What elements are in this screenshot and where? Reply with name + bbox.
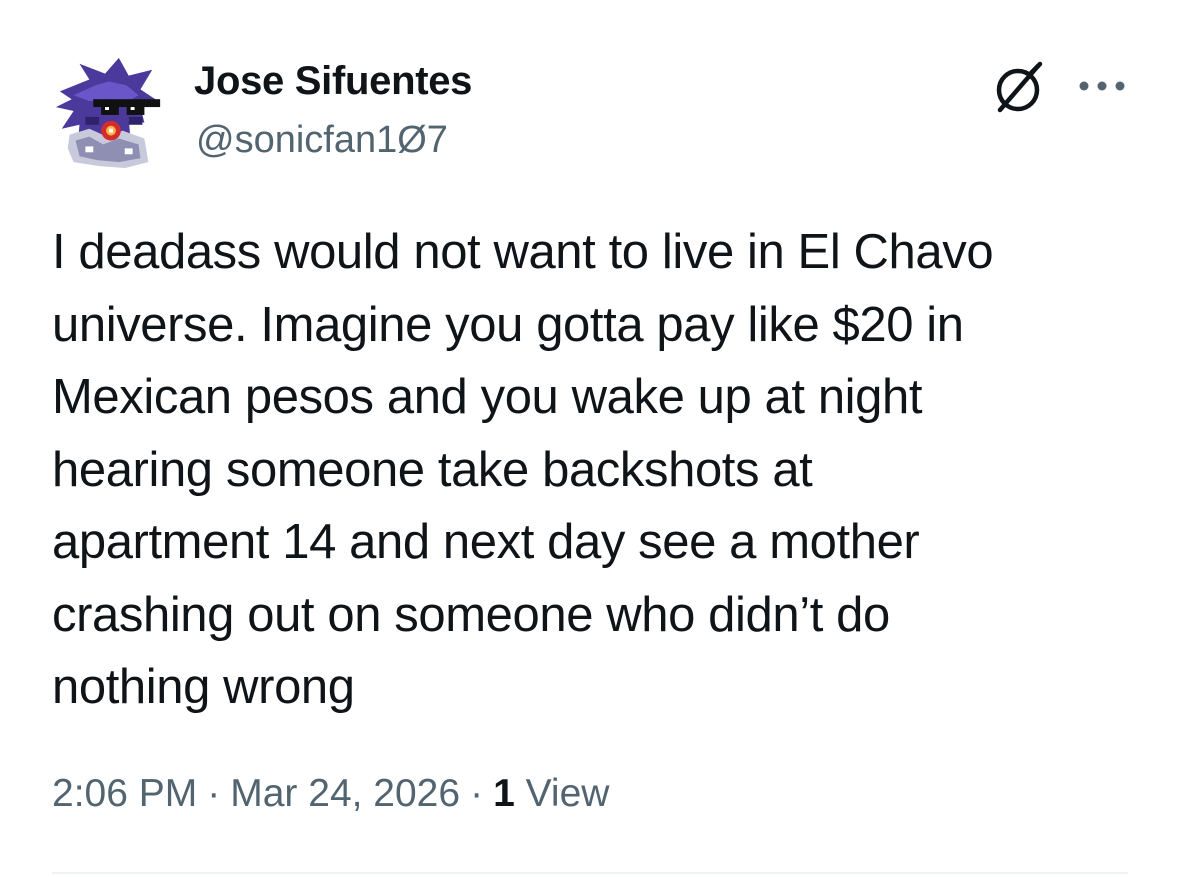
avatar[interactable] xyxy=(50,52,168,170)
divider xyxy=(52,872,1128,874)
meta-separator: · xyxy=(470,772,484,815)
author-display-name[interactable]: Jose Sifuentes xyxy=(194,56,472,106)
meta-separator: · xyxy=(207,772,221,815)
grok-icon[interactable] xyxy=(986,60,1050,116)
tweet-time[interactable]: 2:06 PM xyxy=(52,772,197,815)
pixel-art-avatar-icon xyxy=(55,57,161,169)
tweet-text: I deadass would not want to live in El C… xyxy=(52,225,994,714)
more-horizontal-icon[interactable] xyxy=(1074,72,1130,100)
tweet: Jose Sifuentes @sonicfan1Ø7 I deadass wo… xyxy=(0,0,1179,877)
views-label: View xyxy=(525,772,610,815)
tweet-metadata: 2:06 PM · Mar 24, 2026 · 1 View xyxy=(52,768,609,820)
views-count: 1 xyxy=(493,772,515,815)
views-link[interactable]: 1 View xyxy=(493,772,609,815)
author-handle[interactable]: @sonicfan1Ø7 xyxy=(196,115,448,165)
tweet-date[interactable]: Mar 24, 2026 xyxy=(230,772,460,815)
